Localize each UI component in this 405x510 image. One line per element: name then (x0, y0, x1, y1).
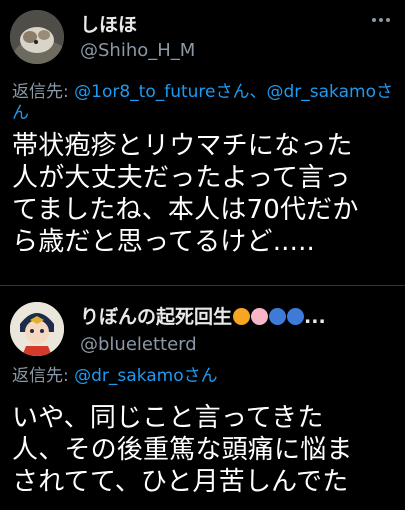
reply-mentions-link[interactable]: @dr_sakamoさん (74, 366, 217, 386)
avatar[interactable] (10, 302, 64, 356)
tweet-text: いや、同じこと言ってきた 人、その後重篤な頭痛に悩ま されてて、ひと月苦しんでた (12, 403, 353, 497)
tweet-text: 帯状疱疹とリウマチになった 人が大丈夫だったよって言っ てましたね、本人は70代… (12, 131, 359, 257)
display-name[interactable]: りぼんの起死回生... (80, 302, 326, 329)
name-truncation: ... (304, 306, 326, 328)
reply-prefix: 返信先: (12, 366, 75, 386)
cherry-blossom-icon (251, 308, 269, 325)
user-handle[interactable]: @blueletterd (80, 334, 197, 355)
speaking-head-icon (269, 308, 287, 325)
replying-to: 返信先: @dr_sakamoさん (12, 366, 218, 387)
display-name-text: りぼんの起死回生 (80, 306, 233, 328)
tweet-card[interactable]: りぼんの起死回生... @blueletterd 返信先: @dr_sakamo… (0, 286, 405, 510)
speaking-head-icon (287, 308, 305, 325)
replying-to: 返信先: @1or8_to_futureさん、@dr_sakamoさん (12, 82, 397, 124)
avatar[interactable] (10, 10, 64, 64)
tweet-card[interactable]: しほほ @Shiho_H_M 返信先: @1or8_to_futureさん、@d… (0, 0, 405, 285)
more-options-icon[interactable] (371, 10, 391, 30)
display-name[interactable]: しほほ (80, 10, 137, 37)
user-handle[interactable]: @Shiho_H_M (80, 40, 195, 61)
reply-prefix: 返信先: (12, 82, 75, 102)
orange-circle-icon (233, 308, 251, 325)
